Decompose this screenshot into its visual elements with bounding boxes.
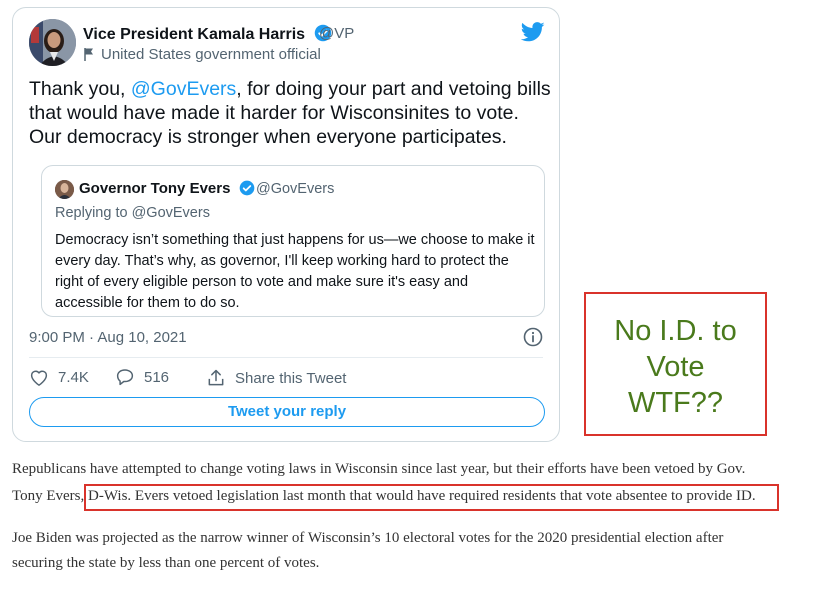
quoted-author-name-text: Governor Tony Evers xyxy=(79,180,231,197)
annotation-text: No I.D. to Vote WTF?? xyxy=(586,313,765,421)
tweet-text-start: Thank you, xyxy=(29,78,131,100)
mention-link[interactable]: @GovEvers xyxy=(131,78,236,100)
author-name[interactable]: Vice President Kamala Harris xyxy=(83,24,332,44)
author-handle[interactable]: @VP xyxy=(319,25,354,42)
highlight-box xyxy=(84,484,779,511)
like-button[interactable]: 7.4K xyxy=(29,368,89,386)
article-text: Tony Evers, xyxy=(12,488,89,504)
tweet-your-reply-button[interactable]: Tweet your reply xyxy=(29,397,545,427)
annotation-line-1: No I.D. to xyxy=(614,315,737,347)
author-avatar[interactable] xyxy=(29,19,76,66)
share-label: Share this Tweet xyxy=(235,369,347,387)
reply-count-button[interactable]: 516 xyxy=(115,368,169,386)
quoted-tweet[interactable]: Governor Tony Evers @GovEvers Replying t… xyxy=(41,165,545,317)
quoted-author-handle: @GovEvers xyxy=(256,181,335,197)
article-paragraph-2-line-1: Joe Biden was projected as the narrow wi… xyxy=(12,530,724,546)
affiliation-text: United States government official xyxy=(101,46,321,63)
quoted-author-avatar xyxy=(55,180,74,199)
reply-icon xyxy=(116,369,134,386)
divider xyxy=(29,357,543,358)
like-count: 7.4K xyxy=(58,368,89,386)
annotation-line-3: WTF?? xyxy=(627,387,724,419)
tweet-timestamp[interactable]: 9:00 PM · Aug 10, 2021 xyxy=(29,329,187,346)
article-paragraph-2-line-2: securing the state by less than one perc… xyxy=(12,555,320,571)
annotation-box: No I.D. to Vote WTF?? xyxy=(584,292,767,436)
quoted-tweet-text: Democracy isn’t something that just happ… xyxy=(55,232,535,311)
flag-icon xyxy=(84,48,93,61)
quoted-author-name: Governor Tony Evers xyxy=(79,180,255,197)
article-paragraph-1-line-1: Republicans have attempted to change vot… xyxy=(12,461,746,477)
tweet-text: Thank you, @GovEvers, for doing your par… xyxy=(29,77,551,149)
twitter-bird-icon[interactable] xyxy=(521,22,545,42)
verified-badge-icon xyxy=(239,180,254,196)
author-name-text: Vice President Kamala Harris xyxy=(83,26,306,43)
annotation-line-2: Vote xyxy=(646,351,705,383)
replying-to-label: Replying to @GovEvers xyxy=(55,205,210,221)
affiliation-label: United States government official xyxy=(83,46,321,63)
share-button[interactable]: Share this Tweet xyxy=(206,368,346,388)
reply-count: 516 xyxy=(144,368,170,386)
tweet-card: Vice President Kamala Harris @VP United … xyxy=(12,7,560,442)
heart-icon xyxy=(30,370,48,386)
share-icon xyxy=(208,369,224,386)
info-icon[interactable] xyxy=(523,327,543,347)
